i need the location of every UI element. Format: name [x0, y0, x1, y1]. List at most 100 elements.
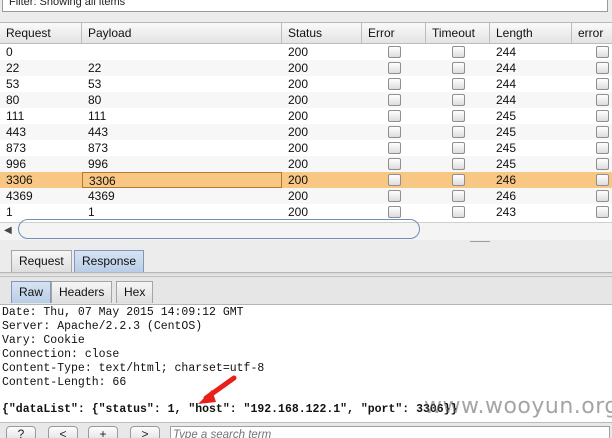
cell-request: 53 [6, 77, 20, 91]
search-input[interactable] [173, 428, 603, 438]
timeout-checkbox[interactable] [452, 174, 465, 186]
cell-status: 200 [288, 109, 309, 123]
error-2-checkbox[interactable] [596, 78, 609, 90]
scroll-left-icon[interactable]: ◀ [4, 225, 12, 236]
error-2-checkbox[interactable] [596, 174, 609, 186]
table-row[interactable]: 3306 3306 200 246 [0, 172, 612, 188]
column-header-error-2[interactable]: error [572, 23, 612, 44]
cell-payload: 80 [88, 93, 102, 107]
error-checkbox[interactable] [388, 110, 401, 122]
table-row[interactable]: 80 80 200 244 [0, 92, 612, 108]
error-checkbox[interactable] [388, 94, 401, 106]
table-row[interactable]: 443 443 200 245 [0, 124, 612, 140]
timeout-checkbox[interactable] [452, 190, 465, 202]
column-header-error[interactable]: Error [362, 23, 426, 44]
filter-bar: Filter: Showing all items [0, 0, 612, 16]
timeout-checkbox[interactable] [452, 110, 465, 122]
response-header-line: Date: Thu, 07 May 2015 14:09:12 GMT [2, 306, 244, 319]
cell-payload: 873 [88, 141, 109, 155]
timeout-checkbox[interactable] [452, 94, 465, 106]
table-header: Request Payload Status Error Timeout Len… [0, 23, 612, 44]
cell-length: 243 [496, 205, 517, 219]
cell-status: 200 [288, 61, 309, 75]
error-checkbox[interactable] [388, 190, 401, 202]
error-2-checkbox[interactable] [596, 110, 609, 122]
cell-payload: 111 [88, 109, 107, 123]
cell-payload: 53 [88, 77, 102, 91]
table-row[interactable]: 53 53 200 244 [0, 76, 612, 92]
tab-request[interactable]: Request [11, 250, 72, 272]
table-row[interactable]: 996 996 200 245 [0, 156, 612, 172]
tab-hex[interactable]: Hex [116, 281, 154, 303]
cell-status: 200 [288, 77, 309, 91]
table-row[interactable]: 873 873 200 245 [0, 140, 612, 156]
cell-request: 80 [6, 93, 20, 107]
column-header-payload[interactable]: Payload [82, 23, 282, 44]
error-checkbox[interactable] [388, 174, 401, 186]
error-2-checkbox[interactable] [596, 206, 609, 218]
response-header-line: Server: Apache/2.2.3 (CentOS) [2, 320, 203, 333]
error-2-checkbox[interactable] [596, 62, 609, 74]
timeout-checkbox[interactable] [452, 158, 465, 170]
cell-length: 244 [496, 77, 517, 91]
add-button[interactable]: + [88, 426, 118, 438]
error-2-checkbox[interactable] [596, 126, 609, 138]
error-2-checkbox[interactable] [596, 94, 609, 106]
response-header-line: Connection: close [2, 348, 120, 361]
pane-splitter[interactable] [470, 241, 490, 245]
timeout-checkbox[interactable] [452, 142, 465, 154]
watermark: www.wooyun.org [424, 394, 612, 419]
table-row[interactable]: 111 111 200 245 [0, 108, 612, 124]
cell-length: 245 [496, 109, 517, 123]
timeout-checkbox[interactable] [452, 126, 465, 138]
table-row[interactable]: 22 22 200 244 [0, 60, 612, 76]
help-button[interactable]: ? [6, 426, 36, 438]
table-row[interactable]: 4369 4369 200 246 [0, 188, 612, 204]
search-field-wrapper [170, 426, 610, 438]
table-row[interactable]: 0 200 244 [0, 44, 612, 60]
error-checkbox[interactable] [388, 78, 401, 90]
tab-response[interactable]: Response [74, 250, 145, 272]
previous-button[interactable]: < [48, 426, 78, 438]
cell-request: 443 [6, 125, 27, 139]
tab-headers[interactable]: Headers [51, 281, 113, 303]
error-2-checkbox[interactable] [596, 158, 609, 170]
timeout-checkbox[interactable] [452, 46, 465, 58]
tab-raw[interactable]: Raw [11, 281, 52, 303]
error-checkbox[interactable] [388, 158, 401, 170]
cell-status: 200 [288, 189, 309, 203]
scrollbar-thumb[interactable] [18, 219, 420, 239]
next-button[interactable]: > [130, 426, 160, 438]
table-row[interactable]: 1 1 200 243 [0, 204, 612, 220]
column-header-length[interactable]: Length [490, 23, 572, 44]
column-header-request[interactable]: Request [0, 23, 82, 44]
timeout-checkbox[interactable] [452, 206, 465, 218]
error-checkbox[interactable] [388, 46, 401, 58]
timeout-checkbox[interactable] [452, 78, 465, 90]
cell-request: 111 [6, 109, 25, 123]
error-checkbox[interactable] [388, 142, 401, 154]
error-checkbox[interactable] [388, 62, 401, 74]
cell-payload: 22 [88, 61, 102, 75]
response-header-line: Vary: Cookie [2, 334, 85, 347]
column-header-status[interactable]: Status [282, 23, 362, 44]
error-checkbox[interactable] [388, 206, 401, 218]
error-2-checkbox[interactable] [596, 46, 609, 58]
filter-field[interactable]: Filter: Showing all items [2, 0, 608, 12]
cell-length: 245 [496, 141, 517, 155]
search-bar: ? < + > [0, 422, 612, 438]
timeout-checkbox[interactable] [452, 62, 465, 74]
cell-length: 244 [496, 45, 517, 59]
table-body: 0 200 244 22 22 200 244 53 53 200 244 80 80 200 244 111… [0, 44, 612, 220]
cell-status: 200 [288, 45, 309, 59]
error-2-checkbox[interactable] [596, 190, 609, 202]
filter-label: Filter: Showing all items [9, 0, 126, 8]
error-2-checkbox[interactable] [596, 142, 609, 154]
cell-status: 200 [288, 157, 309, 171]
column-header-timeout[interactable]: Timeout [426, 23, 490, 44]
response-header-line: Content-Length: 66 [2, 376, 127, 389]
cell-status: 200 [288, 141, 309, 155]
error-checkbox[interactable] [388, 126, 401, 138]
tabs-divider [0, 272, 612, 275]
horizontal-scrollbar[interactable]: ◀ [0, 219, 612, 240]
